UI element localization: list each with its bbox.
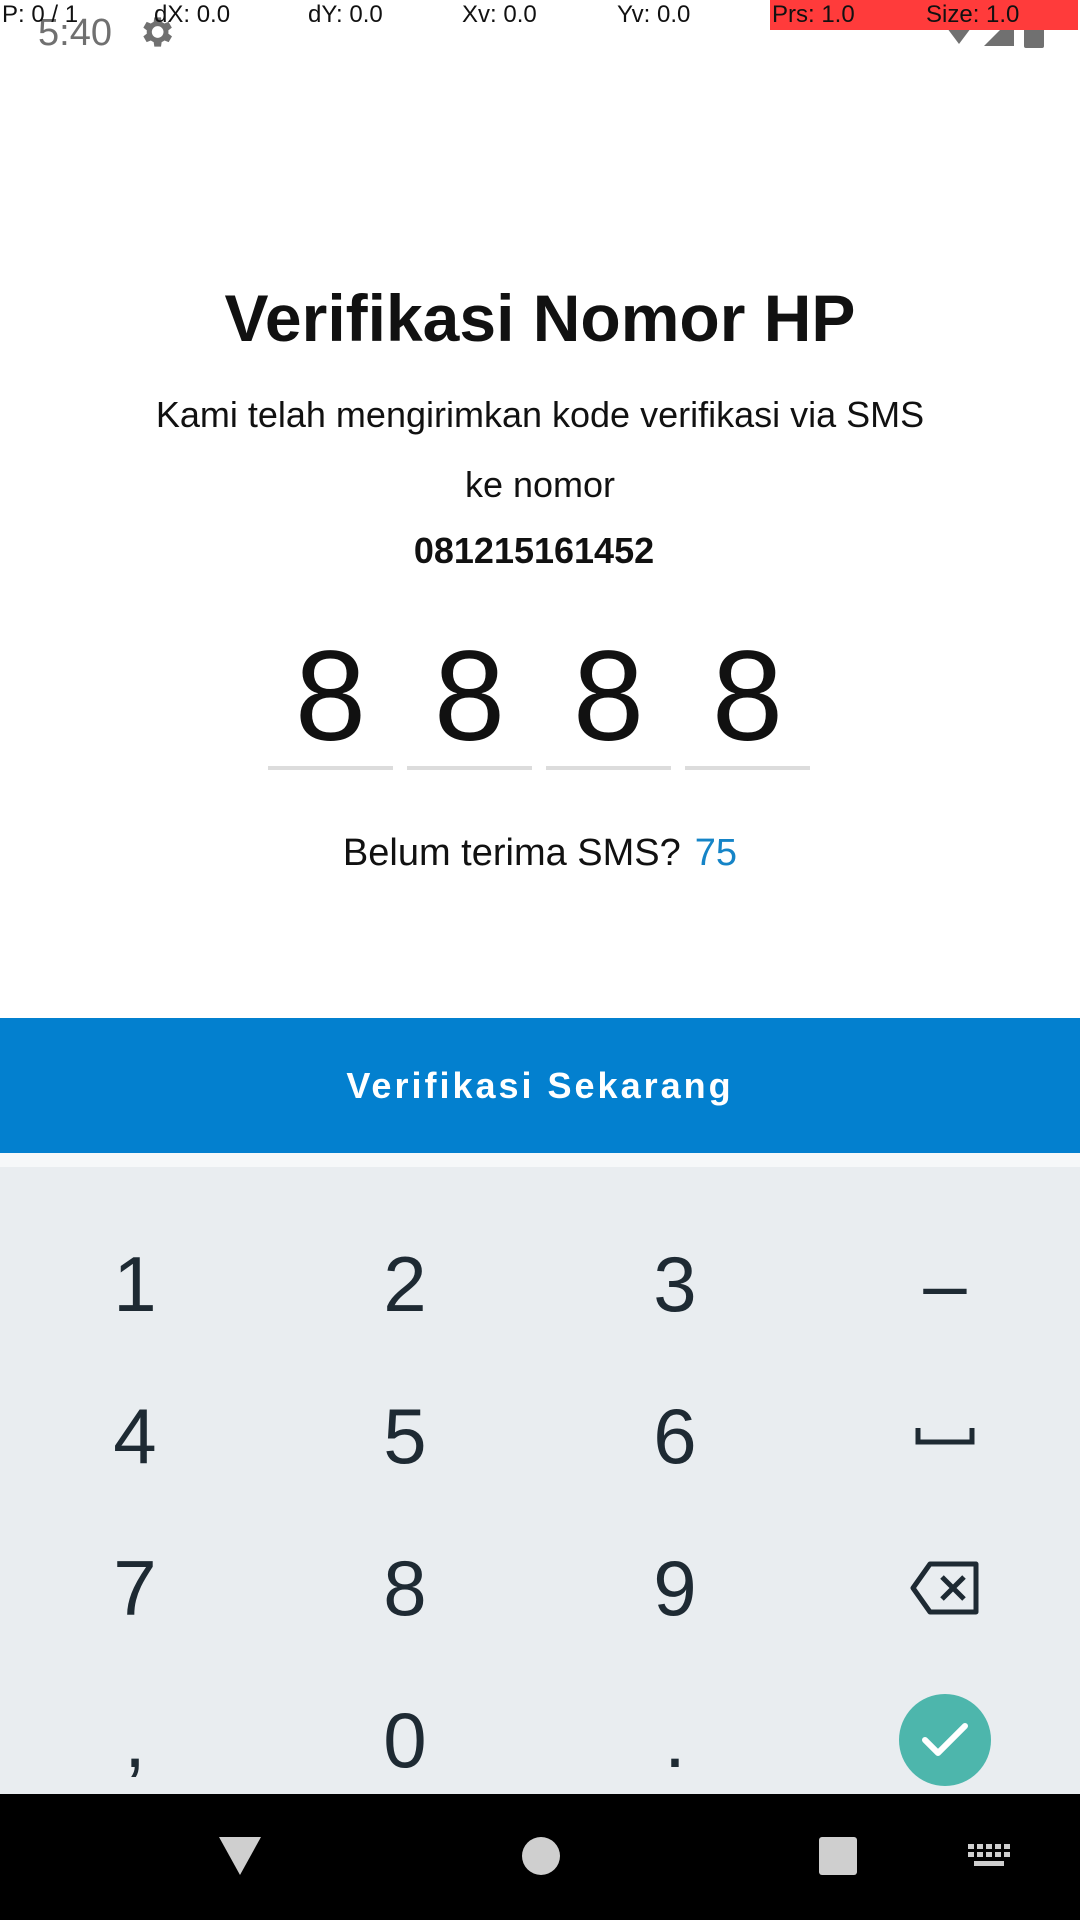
otp-digit-3[interactable]: 8 bbox=[546, 630, 671, 770]
done-button[interactable] bbox=[899, 1694, 991, 1786]
key-6[interactable]: 6 bbox=[540, 1361, 810, 1511]
key-9[interactable]: 9 bbox=[540, 1513, 810, 1663]
system-navigation-bar bbox=[0, 1794, 1080, 1920]
key-5[interactable]: 5 bbox=[270, 1361, 540, 1511]
key-1[interactable]: 1 bbox=[0, 1209, 270, 1359]
key-8[interactable]: 8 bbox=[270, 1513, 540, 1663]
key-comma[interactable]: , bbox=[0, 1665, 270, 1815]
key-dash[interactable]: – bbox=[810, 1209, 1080, 1359]
overlay-dx: dX: 0.0 bbox=[154, 1, 231, 28]
otp-input-group: 8 8 8 8 bbox=[268, 630, 813, 770]
instruction-text-line2: ke nomor bbox=[464, 464, 616, 505]
resend-sms-row: Belum terima SMS? 75 bbox=[0, 832, 1080, 875]
overlay-size: Size: 1.0 bbox=[924, 0, 1078, 30]
nav-home-button[interactable] bbox=[515, 1824, 567, 1888]
key-3[interactable]: 3 bbox=[540, 1209, 810, 1359]
nav-keyboard-switch-button[interactable] bbox=[962, 1824, 1018, 1888]
instruction-text-line1: Kami telah mengirimkan kode verifikasi v… bbox=[155, 394, 925, 435]
otp-digit-1[interactable]: 8 bbox=[268, 630, 393, 770]
nav-recents-button[interactable] bbox=[812, 1824, 864, 1888]
space-icon bbox=[915, 1428, 975, 1445]
overlay-yv: Yv: 0.0 bbox=[617, 1, 691, 28]
back-icon bbox=[219, 1837, 261, 1875]
key-done[interactable] bbox=[810, 1665, 1080, 1815]
otp-digit-4[interactable]: 8 bbox=[685, 630, 810, 770]
keyboard-switch-icon bbox=[968, 1844, 1010, 1866]
recents-icon bbox=[819, 1837, 857, 1875]
otp-digit-2[interactable]: 8 bbox=[407, 630, 532, 770]
key-space[interactable] bbox=[810, 1361, 1080, 1511]
key-backspace[interactable] bbox=[810, 1513, 1080, 1663]
key-7[interactable]: 7 bbox=[0, 1513, 270, 1663]
overlay-pressure: Prs: 1.0 bbox=[770, 0, 924, 30]
numeric-keyboard: 1 2 3 – 4 5 6 7 8 9 , 0 . bbox=[0, 1153, 1080, 1794]
home-icon bbox=[522, 1837, 560, 1875]
nav-back-button[interactable] bbox=[214, 1824, 266, 1888]
done-check-icon bbox=[922, 1723, 968, 1756]
overlay-pointer: P: 0 / 1 bbox=[2, 1, 79, 28]
phone-number: 081215161452 bbox=[413, 530, 655, 571]
key-0[interactable]: 0 bbox=[270, 1665, 540, 1815]
resend-label: Belum terima SMS? bbox=[342, 832, 681, 874]
key-period[interactable]: . bbox=[540, 1665, 810, 1815]
pointer-location-overlay: P: 0 / 1 dX: 0.0 dY: 0.0 Xv: 0.0 Yv: 0.0… bbox=[0, 0, 1080, 30]
overlay-xv: Xv: 0.0 bbox=[462, 1, 537, 28]
overlay-dy: dY: 0.0 bbox=[308, 1, 383, 28]
key-2[interactable]: 2 bbox=[270, 1209, 540, 1359]
page-title: Verifikasi Nomor HP bbox=[224, 281, 856, 355]
verify-now-button[interactable]: Verifikasi Sekarang bbox=[0, 1018, 1080, 1153]
resend-countdown[interactable]: 75 bbox=[695, 832, 737, 874]
key-4[interactable]: 4 bbox=[0, 1361, 270, 1511]
backspace-icon bbox=[910, 1561, 979, 1615]
